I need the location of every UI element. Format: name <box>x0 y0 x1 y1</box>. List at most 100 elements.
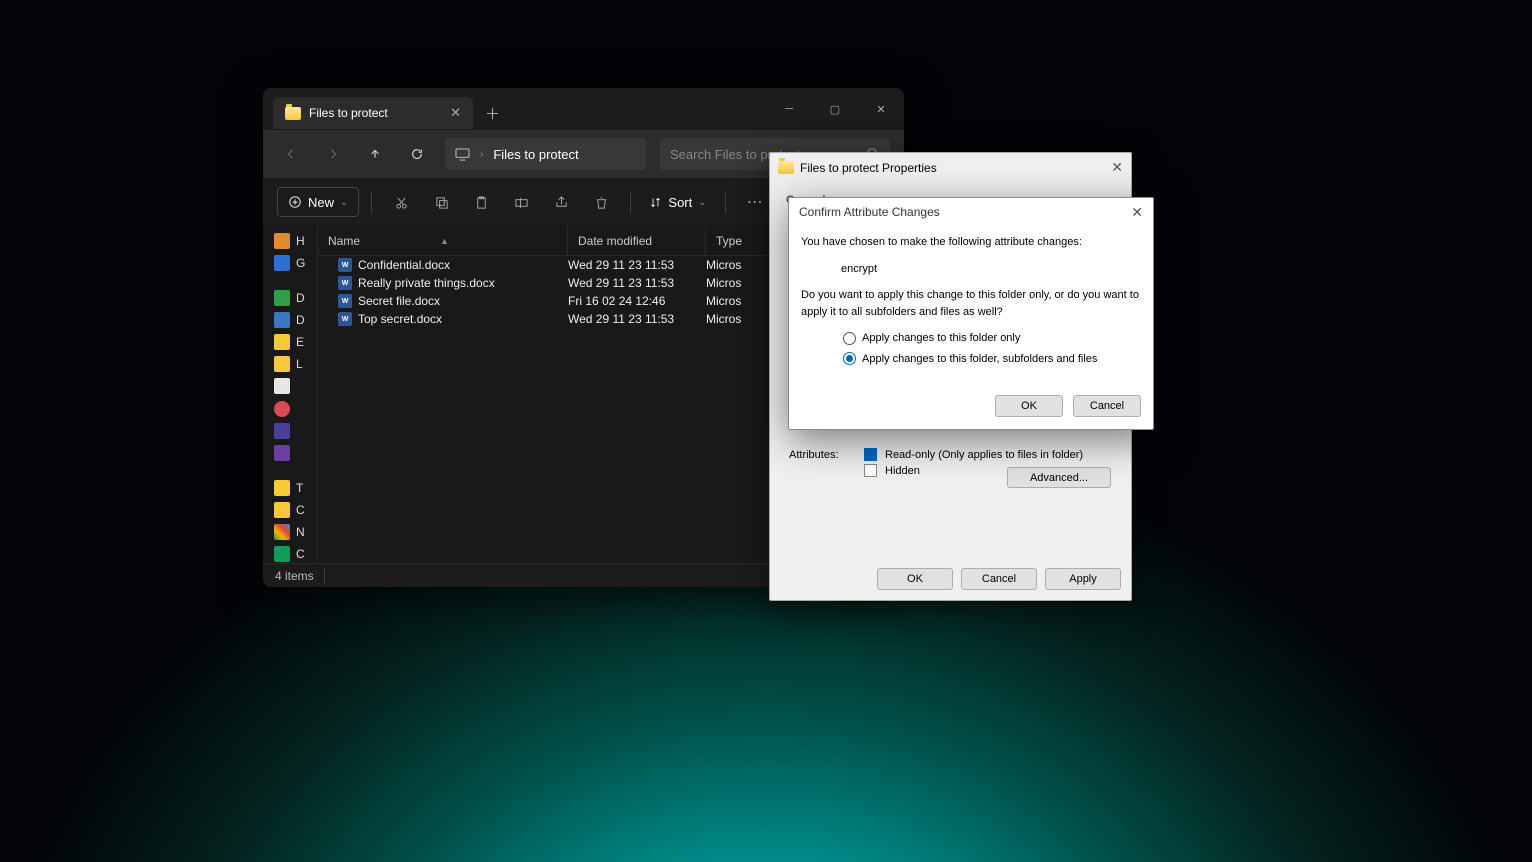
divider <box>630 191 631 213</box>
properties-title: Files to protect Properties <box>800 161 937 175</box>
tab-bar: Files to protect ✕ ＋ ─ ▢ ✕ <box>263 88 904 130</box>
sidebar-item-home[interactable]: H <box>270 232 310 250</box>
column-name[interactable]: Name▲ <box>318 226 568 255</box>
chevron-down-icon: ⌄ <box>698 197 706 208</box>
radio-subfolders[interactable]: Apply changes to this folder, subfolders… <box>843 351 1141 368</box>
sidebar-item-documents[interactable]: D <box>270 311 310 329</box>
tab-files-to-protect[interactable]: Files to protect ✕ <box>273 97 473 129</box>
sidebar-item-image[interactable] <box>270 422 310 440</box>
new-button[interactable]: New ⌄ <box>277 187 359 217</box>
hidden-checkbox[interactable] <box>864 464 877 477</box>
folder-icon <box>285 107 301 120</box>
cancel-button[interactable]: Cancel <box>1073 395 1141 417</box>
up-button[interactable] <box>361 140 389 168</box>
sidebar-item-video[interactable] <box>270 444 310 462</box>
maximize-button[interactable]: ▢ <box>812 94 858 124</box>
sidebar-item-drive[interactable]: N <box>270 523 310 541</box>
plus-circle-icon <box>288 195 302 209</box>
divider <box>725 191 726 213</box>
sidebar-item-gdrive[interactable]: C <box>270 545 310 563</box>
home-icon <box>274 233 290 249</box>
close-window-button[interactable]: ✕ <box>858 94 904 124</box>
radio-folder-only[interactable]: Apply changes to this folder only <box>843 330 1141 347</box>
chevron-down-icon: ⌄ <box>340 197 348 208</box>
sidebar-item-folder-l[interactable]: L <box>270 355 310 373</box>
readonly-label: Read-only (Only applies to files in fold… <box>885 449 1083 461</box>
hidden-label: Hidden <box>885 465 920 477</box>
refresh-button[interactable] <box>403 140 431 168</box>
divider <box>371 191 372 213</box>
sort-label: Sort <box>668 195 692 210</box>
gallery-icon <box>274 255 290 271</box>
drive-icon <box>274 524 290 540</box>
new-label: New <box>308 195 334 210</box>
copy-button[interactable] <box>424 187 458 217</box>
sidebar-item-music[interactable] <box>270 400 310 418</box>
radio-label-folder-only: Apply changes to this folder only <box>862 330 1020 347</box>
monitor-icon <box>455 148 470 161</box>
share-button[interactable] <box>544 187 578 217</box>
docx-icon: W <box>338 276 352 290</box>
folder-icon <box>778 161 794 174</box>
sidebar-item-gallery[interactable]: G <box>270 254 310 272</box>
file-date: Wed 29 11 23 11:53 <box>568 258 706 272</box>
address-text: Files to protect <box>493 147 578 162</box>
chevron-right-icon: › <box>480 149 483 160</box>
radio-icon <box>843 332 856 345</box>
advanced-button[interactable]: Advanced... <box>1007 467 1111 488</box>
file-name: Really private things.docx <box>358 276 495 290</box>
close-icon[interactable]: ✕ <box>1111 159 1123 176</box>
sidebar-item-downloads[interactable]: D <box>270 289 310 307</box>
image-icon <box>274 423 290 439</box>
file-date: Wed 29 11 23 11:53 <box>568 276 706 290</box>
folder-icon <box>274 480 290 496</box>
sidebar-item-folder-c[interactable]: C <box>270 501 310 519</box>
back-button[interactable] <box>277 140 305 168</box>
dialog-intro: You have chosen to make the following at… <box>801 234 1141 251</box>
dialog-change: encrypt <box>841 261 1141 278</box>
dialog-question: Do you want to apply this change to this… <box>801 287 1141 320</box>
window-controls: ─ ▢ ✕ <box>766 94 904 124</box>
dialog-titlebar[interactable]: Confirm Attribute Changes ✕ <box>789 198 1153 226</box>
cancel-button[interactable]: Cancel <box>961 568 1037 590</box>
sort-icon <box>649 196 662 209</box>
dialog-title: Confirm Attribute Changes <box>799 205 940 219</box>
confirm-attribute-dialog: Confirm Attribute Changes ✕ You have cho… <box>788 197 1154 430</box>
attributes-label: Attributes: <box>789 449 839 461</box>
file-name: Secret file.docx <box>358 294 440 308</box>
new-tab-button[interactable]: ＋ <box>485 103 500 124</box>
apply-button[interactable]: Apply <box>1045 568 1121 590</box>
forward-button[interactable] <box>319 140 347 168</box>
music-icon <box>274 401 290 417</box>
sidebar-item-text[interactable] <box>270 377 310 395</box>
file-name: Top secret.docx <box>358 312 442 326</box>
cut-button[interactable] <box>384 187 418 217</box>
folder-icon <box>274 502 290 518</box>
paste-button[interactable] <box>464 187 498 217</box>
docx-icon: W <box>338 312 352 326</box>
file-date: Wed 29 11 23 11:53 <box>568 312 706 326</box>
minimize-button[interactable]: ─ <box>766 94 812 124</box>
file-date: Fri 16 02 24 12:46 <box>568 294 706 308</box>
properties-titlebar[interactable]: Files to protect Properties ✕ <box>770 153 1131 182</box>
address-bar[interactable]: › Files to protect <box>445 138 646 170</box>
nav-sidebar: H G D D E L T C N C <box>263 226 318 563</box>
sidebar-item-folder-e[interactable]: E <box>270 333 310 351</box>
sort-button[interactable]: Sort ⌄ <box>643 195 712 210</box>
radio-label-subfolders: Apply changes to this folder, subfolders… <box>862 351 1097 368</box>
column-date[interactable]: Date modified <box>568 226 706 255</box>
close-icon[interactable]: ✕ <box>1131 204 1143 221</box>
more-button[interactable]: ⋯ <box>738 187 772 217</box>
ok-button[interactable]: OK <box>877 568 953 590</box>
delete-button[interactable] <box>584 187 618 217</box>
download-icon <box>274 290 290 306</box>
sidebar-item-folder-t[interactable]: T <box>270 479 310 497</box>
folder-icon <box>274 356 290 372</box>
docx-icon: W <box>338 294 352 308</box>
folder-icon <box>274 334 290 350</box>
close-tab-icon[interactable]: ✕ <box>450 105 461 121</box>
readonly-checkbox[interactable] <box>864 448 877 461</box>
tab-title: Files to protect <box>309 106 388 120</box>
rename-button[interactable] <box>504 187 538 217</box>
ok-button[interactable]: OK <box>995 395 1063 417</box>
